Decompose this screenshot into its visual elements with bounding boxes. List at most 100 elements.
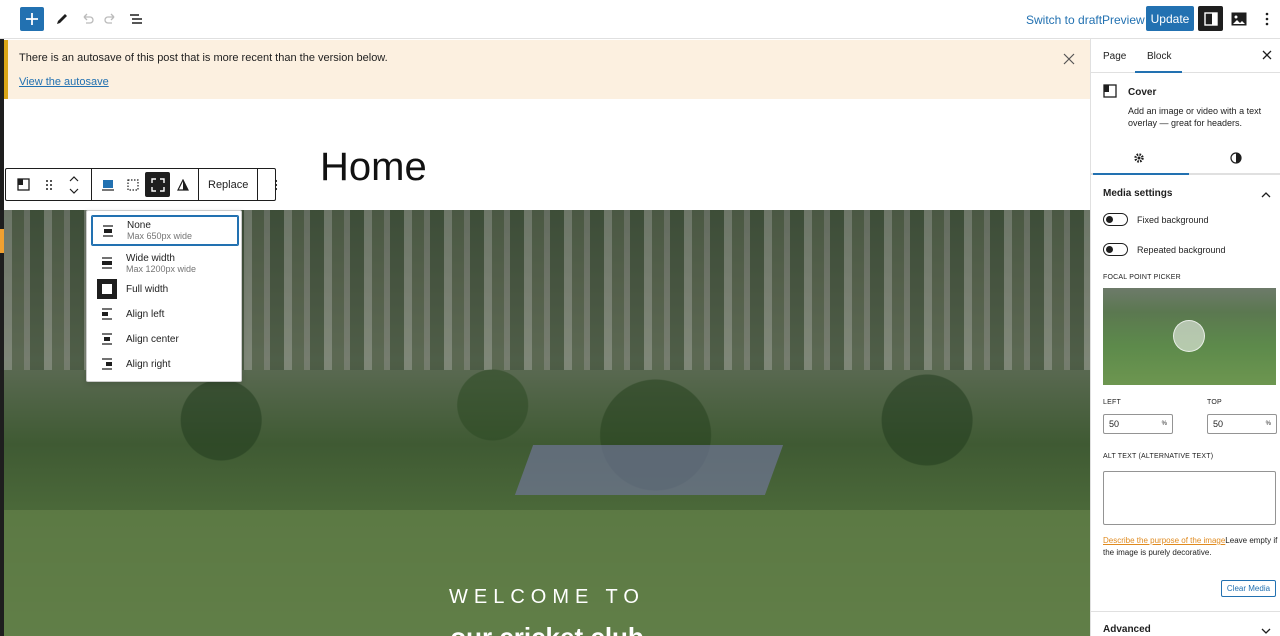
block-type-button[interactable] bbox=[11, 172, 36, 197]
focal-top-unit: % bbox=[1265, 421, 1271, 427]
close-icon bbox=[1262, 50, 1272, 60]
undo-icon bbox=[83, 13, 94, 24]
drag-handle-icon bbox=[45, 179, 52, 190]
media-button[interactable] bbox=[1228, 6, 1250, 31]
focal-top-value: 50 bbox=[1213, 419, 1224, 429]
align-option-full[interactable]: Full width bbox=[91, 278, 239, 300]
media-settings-title[interactable]: Media settings bbox=[1103, 188, 1172, 199]
repeated-background-toggle[interactable] bbox=[1103, 243, 1128, 256]
repeated-background-row: Repeated background bbox=[1103, 243, 1226, 256]
cover-icon bbox=[17, 178, 30, 191]
settings-toggle-button[interactable] bbox=[1198, 6, 1223, 31]
cover-icon bbox=[1103, 84, 1119, 100]
page-title[interactable]: Home bbox=[320, 145, 427, 190]
fullscreen-icon bbox=[150, 177, 165, 192]
cover-subheading[interactable]: our cricket club bbox=[4, 622, 1090, 636]
alt-text-label: ALT TEXT (ALTERNATIVE TEXT) bbox=[1103, 453, 1214, 460]
alt-text-textarea[interactable] bbox=[1103, 471, 1276, 525]
block-inserter-button[interactable] bbox=[20, 7, 44, 31]
focal-point-picker[interactable] bbox=[1103, 288, 1276, 385]
plus-icon bbox=[26, 13, 38, 25]
align-option-hint: Max 650px wide bbox=[127, 231, 193, 241]
align-option-label: Align right bbox=[126, 358, 171, 370]
align-option-label: Align left bbox=[126, 308, 165, 320]
close-icon bbox=[1063, 53, 1075, 65]
notice-message: There is an autosave of this post that i… bbox=[19, 52, 388, 64]
align-option-hint: Max 1200px wide bbox=[126, 263, 197, 274]
switch-to-draft-button[interactable]: Switch to draft bbox=[1026, 13, 1102, 27]
clear-media-button[interactable]: Clear Media bbox=[1221, 580, 1276, 597]
close-sidebar-button[interactable] bbox=[1261, 49, 1275, 63]
gear-icon bbox=[1134, 153, 1144, 163]
more-vertical-icon bbox=[1265, 12, 1269, 26]
align-option-label: Align center bbox=[126, 333, 179, 345]
fixed-background-toggle[interactable] bbox=[1103, 213, 1128, 226]
duotone-button[interactable] bbox=[170, 172, 195, 197]
autosave-notice: There is an autosave of this post that i… bbox=[4, 40, 1090, 99]
align-option-left[interactable]: Align left bbox=[91, 304, 239, 324]
align-none-icon bbox=[98, 221, 118, 241]
left-label: LEFT bbox=[1103, 399, 1121, 406]
chevron-up-icon bbox=[1261, 192, 1271, 198]
tab-page[interactable]: Page bbox=[1103, 51, 1126, 62]
alignment-dropdown: None Max 650px wide Wide width Max 1200p… bbox=[86, 210, 242, 382]
focal-left-value: 50 bbox=[1109, 419, 1120, 429]
preview-button[interactable]: Preview bbox=[1102, 13, 1145, 27]
focal-point-handle[interactable] bbox=[1173, 320, 1205, 352]
alt-text-help: Describe the purpose of the imageLeave e… bbox=[1103, 535, 1279, 559]
block-options-button[interactable] bbox=[263, 172, 288, 197]
focal-left-input[interactable]: 50 % bbox=[1103, 414, 1173, 434]
pencil-icon bbox=[57, 14, 67, 24]
contrast-icon bbox=[1230, 152, 1242, 164]
replace-button[interactable]: Replace bbox=[199, 179, 257, 191]
align-option-right[interactable]: Align right bbox=[91, 354, 239, 374]
cover-heading[interactable]: WELCOME TO bbox=[4, 586, 1090, 609]
redo-button[interactable] bbox=[100, 8, 122, 30]
focal-point-label: FOCAL POINT PICKER bbox=[1103, 274, 1181, 281]
advanced-toggle[interactable] bbox=[1261, 624, 1273, 636]
document-overview-button[interactable] bbox=[125, 8, 147, 30]
align-option-label: Full width bbox=[126, 283, 169, 295]
align-option-wide[interactable]: Wide width Max 1200px wide bbox=[91, 249, 239, 277]
tab-settings-indicator bbox=[1093, 173, 1189, 175]
block-toolbar: Replace bbox=[5, 168, 277, 201]
align-option-none[interactable]: None Max 650px wide bbox=[91, 215, 239, 246]
fixed-background-label: Fixed background bbox=[1137, 214, 1209, 225]
media-settings-toggle[interactable] bbox=[1261, 188, 1273, 200]
block-name: Cover bbox=[1128, 87, 1157, 98]
toggle-full-height-button[interactable] bbox=[145, 172, 170, 197]
tab-block[interactable]: Block bbox=[1147, 51, 1171, 62]
block-sub-tabs bbox=[1091, 144, 1280, 175]
top-label: TOP bbox=[1207, 399, 1222, 406]
dotted-frame-icon bbox=[126, 178, 139, 191]
notice-close-button[interactable] bbox=[1062, 52, 1078, 68]
move-up-down-buttons[interactable] bbox=[61, 172, 86, 197]
align-left-icon bbox=[97, 304, 117, 324]
tools-button[interactable] bbox=[51, 8, 73, 30]
sidebar-icon bbox=[1203, 11, 1218, 26]
sidebar-tabs: Page Block bbox=[1091, 39, 1280, 73]
align-none-icon bbox=[101, 179, 114, 191]
align-center-icon bbox=[97, 329, 117, 349]
drag-handle[interactable] bbox=[36, 172, 61, 197]
focal-left-unit: % bbox=[1161, 421, 1167, 427]
fixed-background-row: Fixed background bbox=[1103, 213, 1209, 226]
align-option-label: Wide width bbox=[126, 252, 175, 264]
align-option-center[interactable]: Align center bbox=[91, 329, 239, 349]
options-menu-button[interactable] bbox=[1258, 8, 1276, 30]
view-autosave-link[interactable]: View the autosave bbox=[19, 76, 109, 88]
full-height-button[interactable] bbox=[120, 172, 145, 197]
update-button[interactable]: Update bbox=[1146, 6, 1194, 31]
undo-button[interactable] bbox=[76, 8, 98, 30]
advanced-panel[interactable]: Advanced bbox=[1091, 611, 1280, 636]
tab-settings[interactable] bbox=[1133, 152, 1147, 166]
contrast-triangle-icon bbox=[176, 178, 189, 191]
alt-text-help-link[interactable]: Describe the purpose of the image bbox=[1103, 536, 1225, 545]
tab-block-indicator bbox=[1135, 71, 1182, 73]
align-right-icon bbox=[97, 354, 117, 374]
chevron-up-down-icon bbox=[69, 175, 78, 194]
editor-topbar: Switch to draft Preview Update bbox=[0, 0, 1280, 39]
focal-top-input[interactable]: 50 % bbox=[1207, 414, 1277, 434]
align-button[interactable] bbox=[95, 172, 120, 197]
tab-styles[interactable] bbox=[1230, 152, 1244, 166]
